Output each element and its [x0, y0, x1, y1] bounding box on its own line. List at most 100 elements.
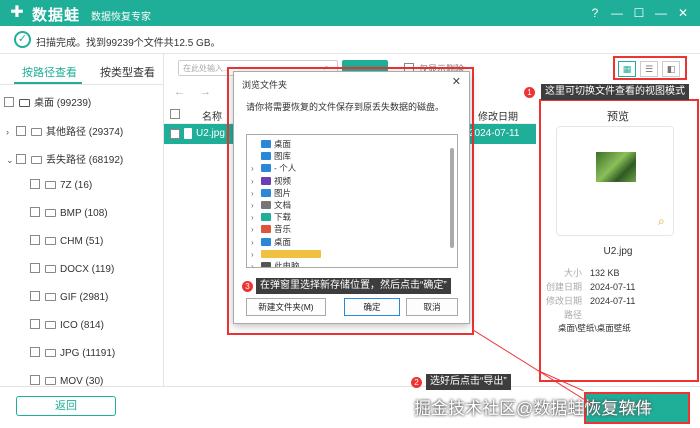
folder-node[interactable]: 桌面: [251, 138, 291, 150]
tree-item[interactable]: 桌面 (99239): [4, 94, 91, 110]
folder-node[interactable]: › 下载: [251, 211, 291, 223]
dialog-description: 请你将需要恢复的文件保存到原丢失数据的磁盘。: [246, 102, 445, 112]
tree-item-checkbox[interactable]: [30, 263, 40, 273]
chevron-right-icon[interactable]: ›: [251, 212, 261, 224]
tree-item[interactable]: › 其他路径 (29374): [6, 123, 123, 139]
tree-item[interactable]: ⌄ 丢失路径 (68192): [6, 151, 123, 167]
detail-view-icon[interactable]: ◧: [662, 61, 680, 77]
folder-icon: [45, 377, 56, 385]
chevron-right-icon[interactable]: ›: [251, 163, 261, 175]
watermark: 掘金技术社区@数据蛙恢复软件: [414, 399, 653, 418]
tree-item-checkbox[interactable]: [4, 97, 14, 107]
folder-icon: [31, 128, 42, 136]
desktop-icon: [261, 237, 271, 246]
folder-node[interactable]: › 音乐: [251, 223, 291, 235]
folder-node[interactable]: ›: [251, 248, 324, 260]
feedback-icon[interactable]: ☐: [630, 4, 648, 22]
select-all-checkbox[interactable]: [170, 109, 180, 119]
back-button[interactable]: 返回: [16, 396, 116, 416]
tree-item-checkbox[interactable]: [30, 207, 40, 217]
folder-node[interactable]: › 文档: [251, 199, 291, 211]
tree-item[interactable]: CHM (51): [30, 235, 103, 251]
folder-icon: [45, 181, 56, 189]
tree-item-label: 桌面 (99239): [34, 98, 92, 109]
folder-node-label: 文档: [274, 200, 292, 210]
folder-node[interactable]: › - 个人: [251, 162, 296, 174]
chevron-right-icon[interactable]: ›: [251, 176, 261, 188]
tree-item-checkbox[interactable]: [16, 154, 26, 164]
tree-item-label: 其他路径 (29374): [46, 127, 124, 138]
tree-item-checkbox[interactable]: [30, 291, 40, 301]
back-arrow-icon[interactable]: ←: [174, 86, 185, 98]
tree-item-checkbox[interactable]: [30, 235, 40, 245]
new-folder-button[interactable]: 新建文件夹(M): [246, 298, 326, 316]
title-bar: ✚ 数据蛙 数据恢复专家 ? — ☐ — ✕: [0, 0, 700, 26]
tree-item[interactable]: JPG (11191): [30, 347, 115, 363]
tree-item-checkbox[interactable]: [30, 347, 40, 357]
tree-item[interactable]: BMP (108): [30, 207, 108, 223]
chevron-right-icon[interactable]: ›: [251, 237, 261, 249]
folder-node[interactable]: › 桌面: [251, 236, 291, 248]
chevron-right-icon[interactable]: ›: [251, 188, 261, 200]
tree-item[interactable]: ICO (814): [30, 319, 104, 335]
folder-icon: [45, 265, 56, 273]
tree-item[interactable]: DOCX (119): [30, 263, 114, 279]
tree-item-label: DOCX (119): [60, 264, 115, 275]
scan-status-bar: ✓ 扫描完成。找到99239个文件共12.5 GB。: [0, 26, 700, 54]
tree-item-label: CHM (51): [60, 236, 104, 247]
folder-node[interactable]: › 此电脑: [251, 260, 300, 267]
gallery-icon: [261, 152, 271, 161]
tree-item-checkbox[interactable]: [16, 126, 26, 136]
callout-dialog: 在弹窗里选择新存储位置，然后点击“确定”: [256, 278, 451, 294]
tree-item-label: 7Z (16): [60, 180, 93, 191]
folder-icon: [261, 249, 321, 258]
view-mode-switch: ▦ ☰ ◧: [613, 56, 687, 80]
folder-node-label: - 个人: [274, 163, 297, 174]
folder-node[interactable]: › 视频: [251, 175, 291, 187]
tab-by-type[interactable]: 按类型查看: [100, 64, 155, 80]
cancel-button[interactable]: 取消: [406, 298, 458, 316]
close-icon[interactable]: ✕: [674, 4, 692, 22]
tab-divider: [0, 84, 164, 85]
folder-node[interactable]: 图库: [251, 150, 291, 162]
tree-item-checkbox[interactable]: [30, 319, 40, 329]
help-icon[interactable]: ?: [586, 4, 604, 22]
app-logo-icon: ✚: [10, 4, 24, 21]
callout-badge-1: 1: [524, 87, 535, 98]
tree-item-checkbox[interactable]: [30, 179, 40, 189]
check-circle-icon: ✓: [14, 31, 31, 48]
ok-button[interactable]: 确定: [344, 298, 400, 316]
scan-status-text: 扫描完成。找到99239个文件共12.5 GB。: [36, 38, 221, 49]
chevron-right-icon[interactable]: ›: [251, 249, 261, 261]
folder-icon: [31, 156, 42, 164]
documents-icon: [261, 201, 271, 209]
tree-item-label: ICO (814): [60, 320, 104, 331]
row-checkbox[interactable]: [170, 129, 180, 139]
folder-node-label: 桌面: [274, 236, 292, 247]
tree-item[interactable]: 7Z (16): [30, 179, 92, 195]
chevron-right-icon[interactable]: ›: [251, 224, 261, 236]
chevron-right-icon[interactable]: ›: [251, 261, 261, 267]
forward-arrow-icon[interactable]: →: [200, 86, 211, 98]
tree-item[interactable]: GIF (2981): [30, 291, 108, 307]
dialog-close-icon[interactable]: ✕: [452, 75, 461, 88]
grid-view-icon[interactable]: ▦: [618, 61, 636, 77]
chevron-right-icon[interactable]: ›: [251, 200, 261, 212]
minimize-icon[interactable]: —: [652, 4, 670, 22]
folder-node[interactable]: › 图片: [251, 187, 291, 199]
tab-by-path[interactable]: 按路径查看: [22, 64, 77, 80]
app-subtitle: 数据恢复专家: [91, 12, 151, 23]
list-view-icon[interactable]: ☰: [640, 61, 658, 77]
tree-item-checkbox[interactable]: [30, 375, 40, 385]
scrollbar[interactable]: [450, 148, 454, 248]
folder-icon: [45, 349, 56, 357]
menu-icon[interactable]: —: [608, 4, 626, 22]
app-name: 数据蛙: [32, 7, 81, 24]
column-name[interactable]: 名称: [202, 108, 222, 123]
music-icon: [261, 225, 271, 234]
chevron-right-icon[interactable]: ›: [6, 127, 16, 137]
column-modified-date[interactable]: 修改日期: [478, 108, 518, 123]
chevron-down-icon[interactable]: ⌄: [6, 155, 16, 166]
callout-view-mode: 这里可切换文件查看的视图模式: [541, 84, 689, 100]
folder-tree: 桌面 图库 › - 个人 › 视频 › 图片 › 文档 › 下载 › 音乐 › 桌面 › › 此电脑: [246, 134, 458, 268]
